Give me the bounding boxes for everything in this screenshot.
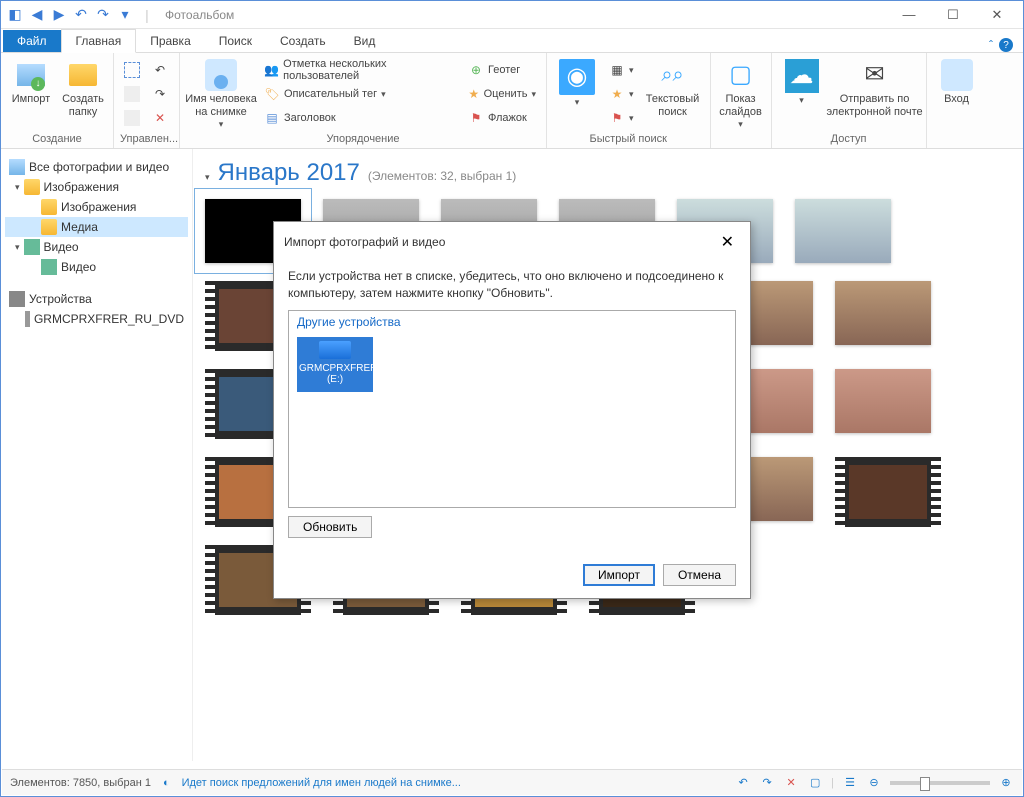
device-item[interactable]: GRMCPRXFRER_RU_DVD (E:) [297, 337, 373, 392]
refresh-button[interactable]: Обновить [288, 516, 372, 538]
cancel-button[interactable]: Отмена [663, 564, 736, 586]
import-confirm-button[interactable]: Импорт [583, 564, 655, 586]
drive-icon [319, 341, 351, 359]
import-dialog: Импорт фотографий и видео ✕ Если устройс… [273, 221, 751, 599]
device-section-header: Другие устройства [289, 311, 735, 333]
dialog-text: Если устройства нет в списке, убедитесь,… [288, 268, 736, 302]
dialog-close-button[interactable]: ✕ [715, 230, 740, 254]
device-list: Другие устройства GRMCPRXFRER_RU_DVD (E:… [288, 310, 736, 508]
dialog-title: Импорт фотографий и видео [284, 235, 445, 249]
modal-overlay: Импорт фотографий и видео ✕ Если устройс… [1, 1, 1023, 796]
